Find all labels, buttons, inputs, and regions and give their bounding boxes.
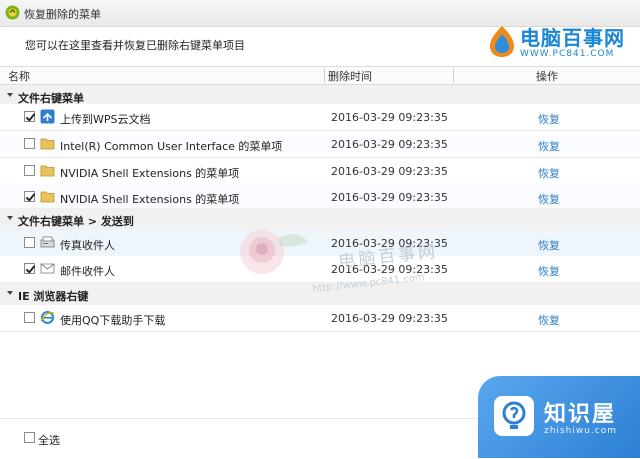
column-divider[interactable] [453, 68, 454, 83]
row-checkbox[interactable] [24, 165, 35, 176]
column-name-header[interactable]: 名称 [8, 68, 30, 84]
row-name: 使用QQ下载助手下载 [60, 314, 166, 327]
select-all-checkbox[interactable] [24, 432, 35, 443]
table-row[interactable]: 使用QQ下载助手下载 2016-03-29 09:23:35 恢复 [0, 305, 640, 332]
row-checkbox[interactable] [24, 191, 35, 202]
mail-icon [40, 263, 55, 274]
column-time-header[interactable]: 删除时间 [328, 68, 372, 84]
folder-icon [40, 138, 55, 150]
brand-name: 电脑百事网 [520, 26, 625, 50]
restore-link[interactable]: 恢复 [538, 312, 560, 328]
restore-link[interactable]: 恢复 [538, 165, 560, 181]
column-action-header[interactable]: 操作 [536, 68, 558, 84]
collapse-arrow-icon[interactable] [7, 93, 13, 97]
row-name: NVIDIA Shell Extensions 的菜单项 [60, 167, 240, 180]
folder-icon [40, 165, 55, 177]
restore-link[interactable]: 恢复 [538, 191, 560, 207]
table-row[interactable]: NVIDIA Shell Extensions 的菜单项 2016-03-29 … [0, 158, 640, 185]
row-name: 传真收件人 [60, 239, 115, 252]
ie-icon [40, 311, 55, 324]
center-watermark: 电脑百事网 http://www.pc841.com [230, 218, 470, 298]
fax-icon [40, 236, 55, 248]
row-name: 邮件收件人 [60, 265, 115, 278]
center-watermark-text: 电脑百事网 [337, 241, 440, 273]
row-time: 2016-03-29 09:23:35 [331, 138, 448, 151]
description-text: 您可以在这里查看并恢复已删除右键菜单项目 [25, 39, 245, 52]
brand-url: WWW.PC841.COM [520, 49, 615, 59]
row-time: 2016-03-29 09:23:35 [331, 191, 448, 204]
group-label: 文件右键菜单 > 发送到 [18, 215, 134, 228]
brand-watermark: 电脑百事网 WWW.PC841.COM [486, 22, 636, 66]
app-icon [5, 5, 20, 20]
question-bulb-icon [494, 396, 534, 436]
row-name: 上传到WPS云文档 [60, 113, 151, 126]
folder-icon [40, 191, 55, 203]
row-checkbox[interactable] [24, 312, 35, 323]
row-checkbox[interactable] [24, 111, 35, 122]
table-header: 名称 删除时间 操作 [0, 66, 640, 85]
row-time: 2016-03-29 09:23:35 [331, 111, 448, 124]
row-checkbox[interactable] [24, 237, 35, 248]
row-checkbox[interactable] [24, 263, 35, 274]
row-time: 2016-03-29 09:23:35 [331, 312, 448, 325]
row-time: 2016-03-29 09:23:35 [331, 165, 448, 178]
brand-logo-icon [490, 26, 514, 57]
collapse-arrow-icon[interactable] [7, 216, 13, 220]
wps-cloud-icon [40, 109, 55, 124]
corner-watermark: 知识屋 zhishiwu.com [478, 376, 640, 458]
restore-link[interactable]: 恢复 [538, 138, 560, 154]
row-name: NVIDIA Shell Extensions 的菜单项 [60, 193, 240, 206]
center-watermark-url: http://www.pc841.com [311, 272, 426, 295]
group-label: IE 浏览器右键 [18, 290, 89, 303]
collapse-arrow-icon[interactable] [7, 291, 13, 295]
column-divider[interactable] [324, 68, 325, 83]
rose-watermark-icon [240, 230, 308, 274]
corner-watermark-name: 知识屋 [544, 402, 617, 427]
restore-link[interactable]: 恢复 [538, 111, 560, 127]
table-row[interactable]: NVIDIA Shell Extensions 的菜单项 2016-03-29 … [0, 184, 640, 211]
table-row[interactable]: 上传到WPS云文档 2016-03-29 09:23:35 恢复 [0, 104, 640, 131]
window-title: 恢复删除的菜单 [24, 8, 101, 21]
restore-link[interactable]: 恢复 [538, 263, 560, 279]
table-row[interactable]: Intel(R) Common User Interface 的菜单项 2016… [0, 131, 640, 158]
row-name: Intel(R) Common User Interface 的菜单项 [60, 140, 283, 153]
restore-link[interactable]: 恢复 [538, 237, 560, 253]
corner-watermark-url: zhishiwu.com [544, 426, 617, 436]
select-all-label[interactable]: 全选 [38, 432, 60, 448]
row-checkbox[interactable] [24, 138, 35, 149]
